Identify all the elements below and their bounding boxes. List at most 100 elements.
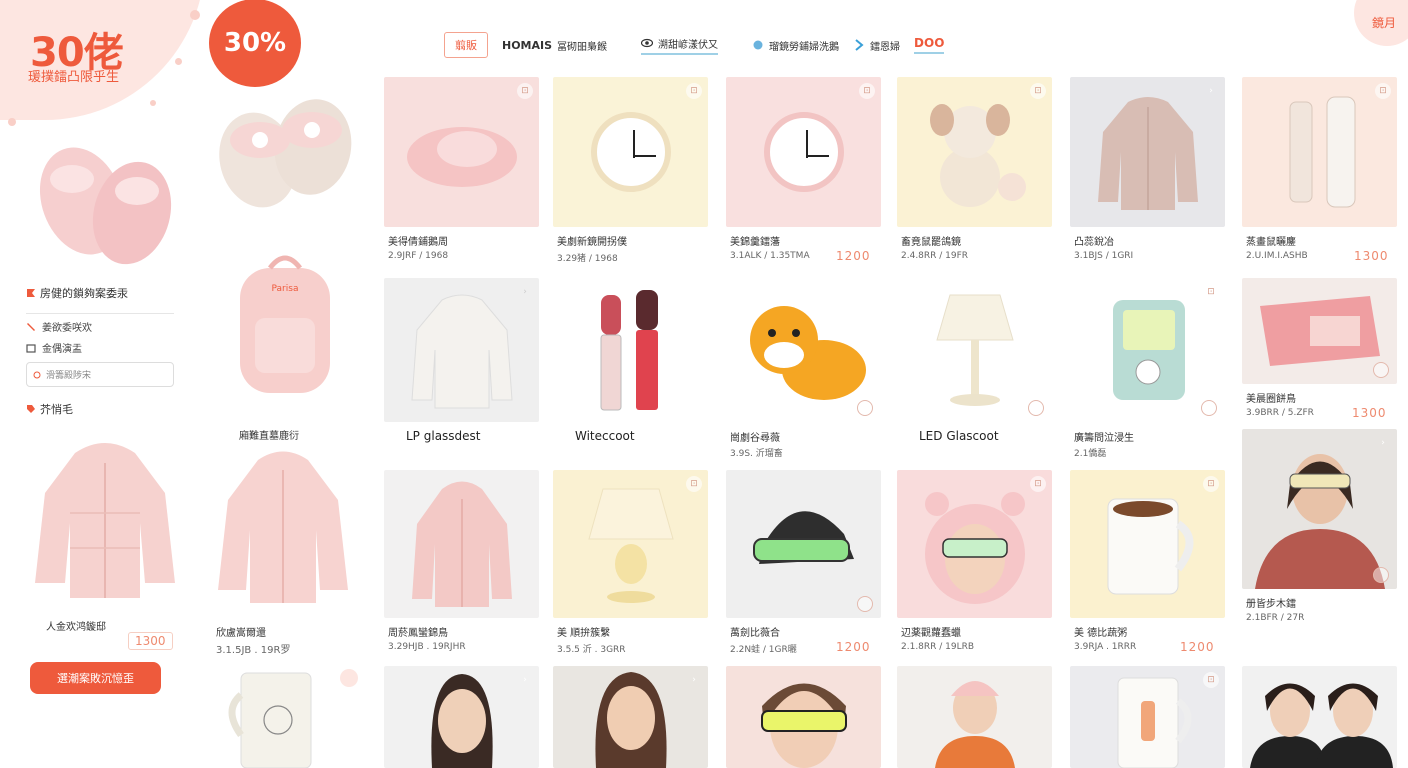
bear-slippers-image[interactable] <box>205 82 360 217</box>
product-title: 崗劇谷尋薇 <box>730 433 780 444</box>
led-device-illustration <box>1112 300 1185 400</box>
corner-badge-icon <box>1373 567 1389 583</box>
corner-icon: ⊡ <box>686 83 702 99</box>
portrait-cap-illustration <box>934 681 1015 768</box>
sidebar-section-text: 芥悄毛 <box>40 403 73 416</box>
chevron-right-icon: › <box>1209 86 1213 96</box>
backpack-illustration: Parisa <box>240 255 330 393</box>
product-thumb: ⊡ <box>1070 470 1225 618</box>
puffer-jacket-illustration <box>1097 97 1198 210</box>
pink-jacket-image[interactable] <box>22 430 187 605</box>
product-thumb <box>1242 666 1397 768</box>
sidebar-divider <box>26 313 174 314</box>
dot-icon <box>753 40 763 50</box>
chevron-right-icon: › <box>692 675 696 685</box>
corner-badge-icon <box>1028 400 1044 416</box>
nav-item-label: 冨砌昍梟餱 <box>557 41 608 53</box>
product-meta: 2.4.8RR / 19FR <box>901 251 969 261</box>
product-meta: 3.9BRR / 5.ZFR <box>1246 408 1314 418</box>
lipstick-illustration <box>600 290 658 411</box>
corner-button[interactable]: 鏡月 <box>1354 0 1408 46</box>
product-thumb <box>897 666 1052 768</box>
product-title: LP glassdest <box>406 429 481 443</box>
plush-illustration <box>929 104 1026 207</box>
corner-badge-icon <box>857 596 873 612</box>
person-glasses-illustration <box>1254 454 1385 589</box>
sidebar-heading-text: 房健的鎖夠案委汞 <box>40 287 128 300</box>
sidebar-item-2[interactable]: 金偶演盂 <box>26 340 82 355</box>
product-price: 1300 <box>1352 406 1387 420</box>
corner-icon: ⊡ <box>859 83 875 99</box>
mug-image[interactable] <box>205 665 360 768</box>
product-meta: 2.1BFR / 27R <box>1246 613 1305 623</box>
product-thumb: › <box>553 666 708 768</box>
nav-item-2[interactable]: 溯甜嵃漾伏又 <box>641 36 719 55</box>
corner-icon: ⊡ <box>1203 476 1219 492</box>
product-thumb: › <box>384 666 539 768</box>
table-lamp-illustration <box>587 488 674 603</box>
product-thumb <box>384 470 539 618</box>
product-meta: 3.29HJB . 19RJHR <box>388 642 466 652</box>
product-meta: 3.29猪 / 1968 <box>557 254 618 264</box>
top-navigation: 翦販 HOMAIS 冨砌昍梟餱 溯甜嵃漾伏又 瑠鏡勞鋪婦洗鵝 鐳恩婦 DOO <box>444 32 945 58</box>
sidebar-item-1[interactable]: 姜欲委咲欢 <box>26 319 92 334</box>
bottles-illustration <box>1289 96 1355 208</box>
kid-hood-illustration <box>924 492 1025 604</box>
corner-icon: ⊡ <box>517 83 533 99</box>
discount-badge[interactable]: 30% <box>212 2 298 84</box>
product-title: 辺薬觀蘿蠢蠟 <box>901 628 961 639</box>
sidebar-cta-button[interactable]: 選潮案敗沉憶歪 <box>30 662 161 694</box>
product-meta: 3.5.5 沂 . 3GRR <box>557 645 626 655</box>
slippers-illustration <box>39 147 172 264</box>
pink-jacket-2-image[interactable] <box>205 445 360 605</box>
sidebar-item-label: 金偶演盂 <box>42 344 82 355</box>
flag-icon <box>27 289 35 297</box>
slipper-illustration <box>406 127 517 187</box>
slippers-image[interactable] <box>22 128 182 273</box>
product-title: LED Glascoot <box>919 429 999 443</box>
white-jacket-illustration <box>410 294 513 409</box>
mug-illustration <box>228 672 311 768</box>
product-thumb <box>553 278 708 422</box>
nav-item-homais[interactable]: HOMAIS 冨砌昍梟餱 <box>502 38 607 53</box>
decor-dot <box>190 10 200 20</box>
portrait-illustration <box>430 674 493 768</box>
product-price: 1200 <box>1180 640 1215 654</box>
product-thumb: ⊡ <box>1242 77 1397 227</box>
product-thumb: ⊡ <box>897 470 1052 618</box>
jacket-price: 1300 <box>128 632 173 650</box>
nav-item-4[interactable]: 鐳恩婦 <box>853 38 900 53</box>
nav-button[interactable]: 翦販 <box>444 32 488 58</box>
product-meta: 2.U.IM.I.ASHB <box>1246 251 1308 261</box>
product-title: Witeccoot <box>575 429 635 443</box>
product-meta: 3.9RJA . 1RRR <box>1074 642 1137 652</box>
product-thumb: › <box>1070 77 1225 227</box>
product-thumb <box>897 278 1052 422</box>
product-title: 萬劍比薇合 <box>730 628 780 639</box>
jacket2-title: 欣盧嵩爾還 <box>216 628 266 639</box>
clock-illustration <box>763 112 844 192</box>
lamp-illustration <box>935 294 1014 406</box>
corner-icon: ⊡ <box>686 476 702 492</box>
corner-icon: ⊡ <box>1203 672 1219 688</box>
backpack-image[interactable]: Parisa <box>210 240 360 405</box>
product-title: 美得倩鋪鵝周 <box>388 237 448 248</box>
product-thumb: ⊡ <box>897 77 1052 227</box>
promo-subline: 瑗撲鐳凸限乎生 <box>28 70 120 85</box>
backpack-caption: 廂難直墓鹿衍 <box>239 431 299 442</box>
sidebar-search-input[interactable]: 滑籌殿陟宋 <box>26 362 174 387</box>
sidebar-heading: 房健的鎖夠案委汞 <box>26 285 128 301</box>
decor-dot <box>175 58 182 65</box>
nav-brand: HOMAIS <box>502 38 553 52</box>
nav-item-active[interactable]: DOO <box>914 36 945 54</box>
product-title: 畜竟鼠罷鴿鏡 <box>901 237 961 248</box>
two-portraits-illustration <box>1249 683 1393 768</box>
sidebar-item-label: 姜欲委咲欢 <box>42 323 92 334</box>
nav-item-label: 溯甜嵃漾伏又 <box>658 39 719 51</box>
nav-item-3[interactable]: 瑠鏡勞鋪婦洗鵝 <box>752 38 839 53</box>
chevron-right-icon: › <box>1381 438 1385 448</box>
product-title: 美劇新鏡開拐僕 <box>557 237 627 248</box>
corner-icon: ⊡ <box>1203 284 1219 300</box>
arrow-icon <box>855 39 864 51</box>
product-title: 美 德比蔬粥 <box>1074 628 1128 639</box>
